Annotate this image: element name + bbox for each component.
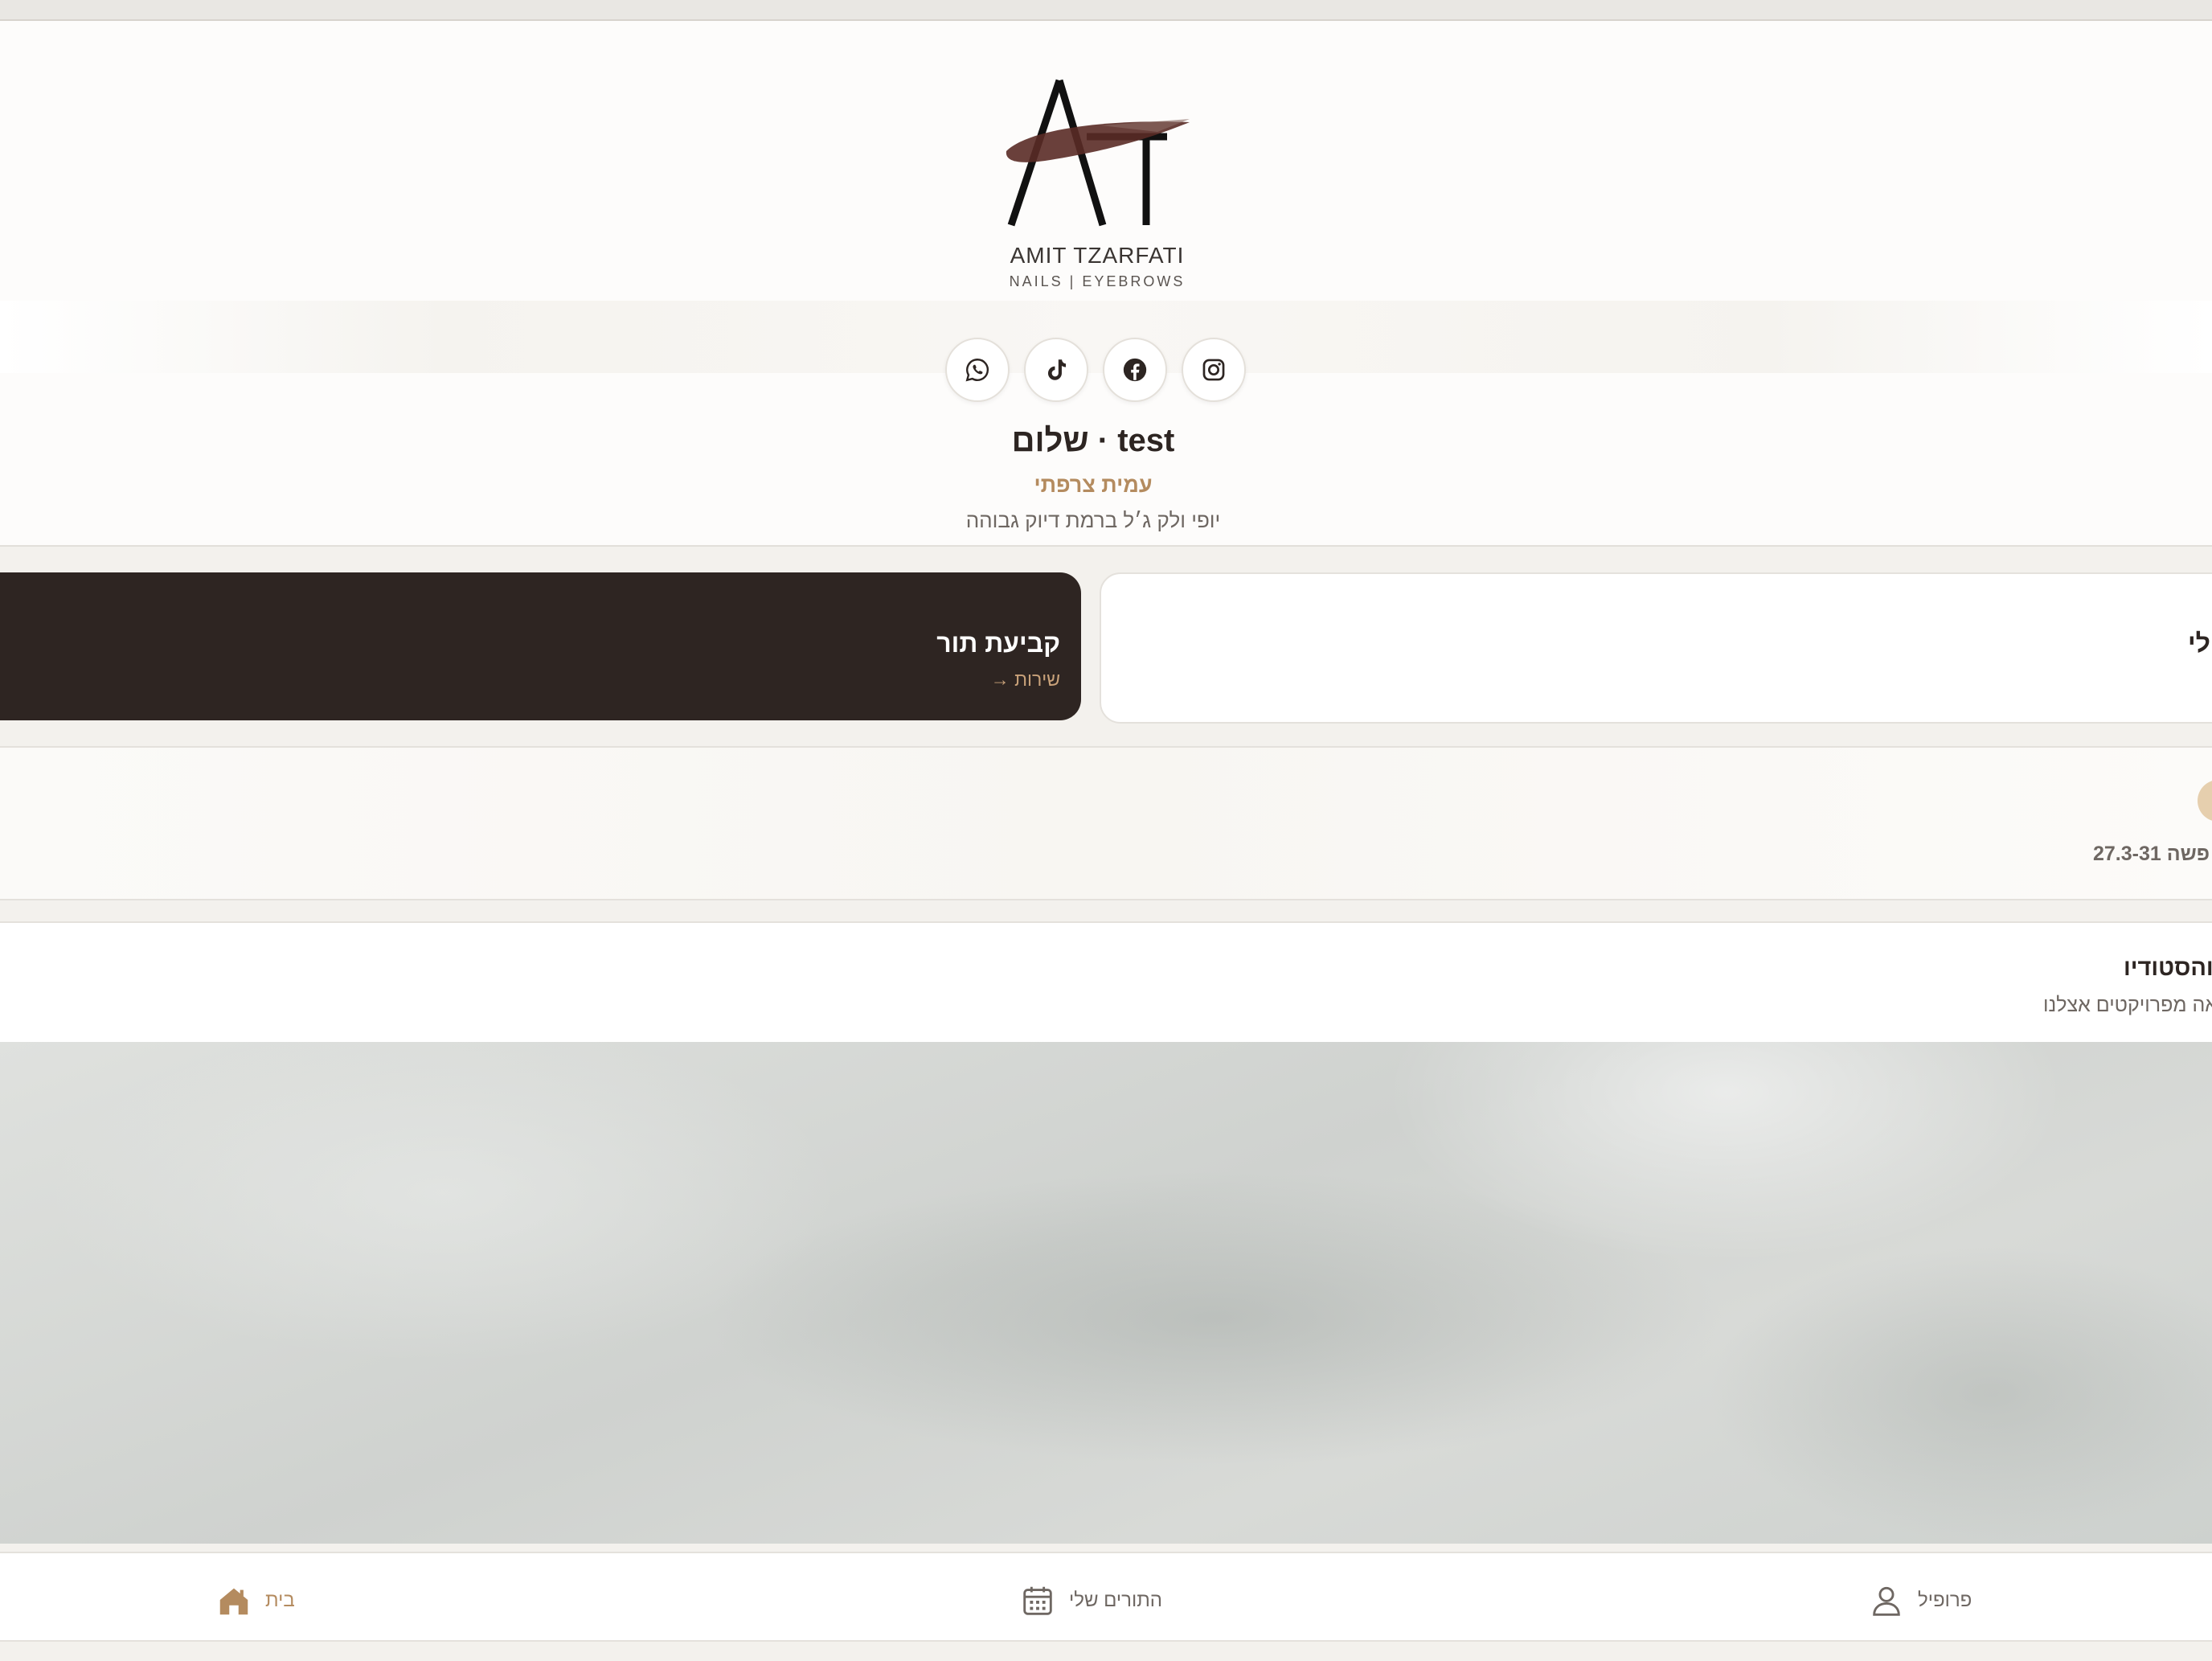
logo-subtitle: NAILS | EYEBROWS [1009,273,1186,289]
my-appointments-card[interactable]: לי [1100,572,2212,724]
instagram-icon [1202,359,1225,381]
nav-profile-label: פרופיל [1918,1589,1972,1611]
facebook-icon [1123,358,1147,382]
promo-dot-icon [2198,780,2212,822]
studio-photo [0,1042,2212,1544]
top-bar [0,0,2212,21]
book-appointment-subtitle: שירות → [990,669,1060,690]
promo-banner[interactable]: פשה 27.3-31 [0,746,2212,900]
owner-name: עמית צרפתי [1034,473,1153,497]
home-icon [219,1588,248,1615]
nav-profile[interactable]: פרופיל [1868,1582,1972,1619]
tiktok-icon [1047,359,1067,380]
book-appointment-title: קביעת תור [936,629,1060,658]
instagram-link[interactable] [1182,338,1246,402]
social-links [945,338,1246,402]
user-icon [1873,1586,1900,1616]
bottom-navigation: בית התורים שלי פרופיל [0,1552,2212,1642]
brand-logo: AMIT TZARFATI NAILS | EYEBROWS [997,72,1198,297]
studio-title: והסטודיו [2124,955,2212,981]
studio-section: והסטודיו אה מפרויקטים אצלנו [0,921,2212,1544]
whatsapp-icon [965,359,989,382]
hero-section: AMIT TZARFATI NAILS | EYEBROWS test · של… [0,21,2212,547]
bottom-bar [0,1640,2212,1661]
nav-home[interactable]: בית [215,1582,295,1619]
greeting: test · שלום [1011,423,1175,458]
logo-name: AMIT TZARFATI [1010,243,1185,268]
tiktok-link[interactable] [1024,338,1088,402]
whatsapp-link[interactable] [945,338,1010,402]
at-logo-mark [1006,79,1190,227]
studio-subtitle: אה מפרויקטים אצלנו [2043,994,2212,1016]
calendar-icon [1023,1586,1052,1615]
book-appointment-card[interactable]: קביעת תור שירות → [0,572,1081,720]
facebook-link[interactable] [1103,338,1167,402]
tagline: יופי ולק ג׳ל ברמת דיוק גבוהה [965,508,1221,532]
promo-text: פשה 27.3-31 [2093,843,2210,865]
nav-my-appointments-label: התורים שלי [1069,1589,1163,1611]
nav-my-appointments[interactable]: התורים שלי [1019,1582,1162,1619]
my-appointments-card-title: לי [2188,629,2210,658]
nav-home-label: בית [265,1589,295,1611]
